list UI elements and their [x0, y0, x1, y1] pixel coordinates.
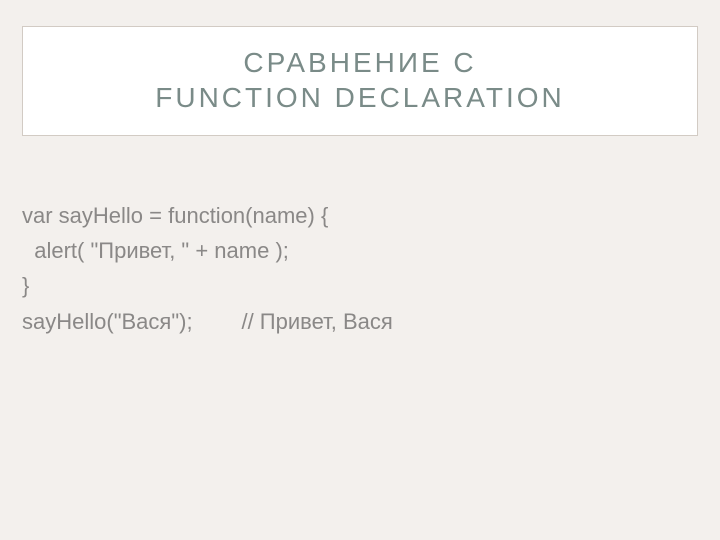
code-line: alert( "Привет, " + name ); [22, 233, 698, 268]
slide-body: var sayHello = function(name) { alert( "… [22, 198, 698, 339]
slide: СРАВНЕНИЕ С FUNCTION DECLARATION var say… [0, 0, 720, 540]
code-line: var sayHello = function(name) { [22, 198, 698, 233]
code-line: } [22, 268, 698, 303]
slide-title: СРАВНЕНИЕ С FUNCTION DECLARATION [33, 45, 687, 115]
title-box: СРАВНЕНИЕ С FUNCTION DECLARATION [22, 26, 698, 136]
code-line: sayHello("Вася"); // Привет, Вася [22, 304, 698, 339]
